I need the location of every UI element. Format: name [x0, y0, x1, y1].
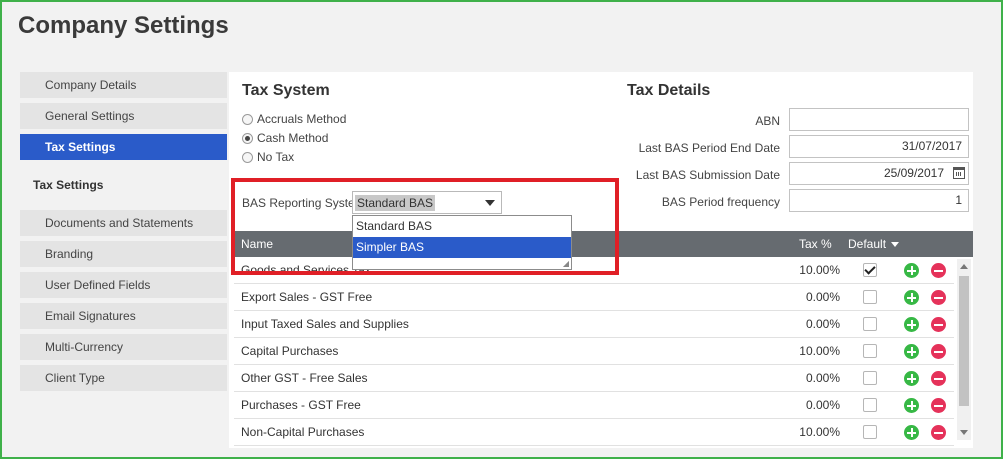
remove-icon[interactable]: [931, 263, 946, 278]
chevron-down-icon[interactable]: [485, 200, 495, 206]
remove-icon[interactable]: [931, 371, 946, 386]
tax-details-heading: Tax Details: [627, 82, 711, 99]
table-row[interactable]: Export Sales - GST Free 0.00%: [234, 284, 954, 311]
row-tax: 10.00%: [799, 425, 840, 439]
row-tax: 0.00%: [805, 290, 840, 304]
default-checkbox[interactable]: [863, 398, 877, 412]
col-tax-header[interactable]: Tax %: [799, 231, 832, 257]
frequency-label: BAS Period frequency: [661, 195, 780, 209]
sidebar-item-user-defined-fields[interactable]: User Defined Fields: [20, 272, 227, 298]
row-tax: 0.00%: [805, 317, 840, 331]
row-tax: 0.00%: [805, 398, 840, 412]
abn-input[interactable]: [789, 108, 969, 131]
bas-reporting-label: BAS Reporting System: [242, 196, 365, 210]
table-row[interactable]: Input Taxed Sales and Supplies 0.00%: [234, 311, 954, 338]
add-icon[interactable]: [904, 344, 919, 359]
sidebar-section-label: Tax Settings: [33, 178, 104, 192]
sidebar-item-tax-settings[interactable]: Tax Settings: [20, 134, 227, 160]
radio-label: No Tax: [257, 150, 295, 164]
frequency-input[interactable]: 1: [789, 189, 969, 212]
add-icon[interactable]: [904, 425, 919, 440]
remove-icon[interactable]: [931, 344, 946, 359]
add-icon[interactable]: [904, 398, 919, 413]
default-checkbox[interactable]: [863, 371, 877, 385]
default-checkbox[interactable]: [863, 263, 877, 277]
radio-accruals[interactable]: Accruals Method: [242, 110, 346, 128]
radio-button[interactable]: [242, 151, 253, 163]
table-row[interactable]: Goods and Services Tax 10.00%: [234, 257, 954, 284]
row-name: Purchases - GST Free: [241, 398, 361, 412]
add-icon[interactable]: [904, 317, 919, 332]
row-name: Capital Purchases: [241, 344, 339, 358]
tax-settings-panel: Tax System Accruals Method Cash Method N…: [229, 72, 973, 448]
table-row[interactable]: Non-Capital Purchases 10.00%: [234, 419, 954, 446]
row-name: Input Taxed Sales and Supplies: [241, 317, 409, 331]
calendar-icon[interactable]: [953, 167, 965, 179]
sidebar-item-documents[interactable]: Documents and Statements: [20, 210, 227, 236]
table-row[interactable]: Purchases - GST Free 0.00%: [234, 392, 954, 419]
radio-label: Cash Method: [257, 131, 329, 145]
sort-down-icon[interactable]: [891, 241, 900, 247]
remove-icon[interactable]: [931, 398, 946, 413]
radio-label: Accruals Method: [257, 112, 347, 126]
scroll-up-icon[interactable]: [960, 264, 968, 269]
bas-option-standard[interactable]: Standard BAS: [353, 216, 571, 237]
sidebar-item-email-signatures[interactable]: Email Signatures: [20, 303, 227, 329]
default-checkbox[interactable]: [863, 290, 877, 304]
row-name: Other GST - Free Sales: [241, 371, 368, 385]
bas-select-value: Standard BAS: [355, 195, 436, 211]
remove-icon[interactable]: [931, 425, 946, 440]
row-name: Non-Capital Purchases: [241, 425, 365, 439]
sidebar-item-multi-currency[interactable]: Multi-Currency: [20, 334, 227, 360]
add-icon[interactable]: [904, 290, 919, 305]
bas-option-simpler[interactable]: Simpler BAS: [353, 237, 571, 258]
bas-reporting-select[interactable]: Standard BAS: [352, 191, 502, 214]
page-title: Company Settings: [18, 12, 229, 39]
last-submission-input[interactable]: 25/09/2017: [789, 162, 969, 185]
radio-no-tax[interactable]: No Tax: [242, 148, 294, 166]
table-row[interactable]: Other GST - Free Sales 0.00%: [234, 365, 954, 392]
abn-label: ABN: [755, 114, 780, 128]
col-default-header[interactable]: Default: [848, 231, 900, 257]
add-icon[interactable]: [904, 371, 919, 386]
default-checkbox[interactable]: [863, 317, 877, 331]
last-submission-value: 25/09/2017: [883, 166, 944, 180]
tax-table-header: Name Tax % Default: [234, 231, 973, 257]
default-checkbox[interactable]: [863, 425, 877, 439]
scroll-thumb[interactable]: [959, 276, 969, 406]
last-submission-label: Last BAS Submission Date: [635, 168, 780, 182]
last-period-end-label: Last BAS Period End Date: [638, 141, 780, 155]
scroll-down-icon[interactable]: [960, 430, 968, 435]
table-scrollbar[interactable]: [957, 259, 971, 440]
tax-system-heading: Tax System: [242, 82, 330, 99]
last-period-end-input[interactable]: 31/07/2017: [789, 135, 969, 158]
default-checkbox[interactable]: [863, 344, 877, 358]
row-tax: 10.00%: [799, 344, 840, 358]
radio-button[interactable]: [242, 132, 253, 144]
sidebar-item-company-details[interactable]: Company Details: [20, 72, 227, 98]
bas-dropdown-list: Standard BAS Simpler BAS ◢: [352, 215, 572, 270]
row-name: Export Sales - GST Free: [241, 290, 373, 304]
resize-grip-icon[interactable]: ◢: [563, 259, 569, 268]
col-name-header[interactable]: Name: [241, 231, 273, 257]
row-tax: 10.00%: [799, 263, 840, 277]
remove-icon[interactable]: [931, 290, 946, 305]
add-icon[interactable]: [904, 263, 919, 278]
remove-icon[interactable]: [931, 317, 946, 332]
sidebar-item-branding[interactable]: Branding: [20, 241, 227, 267]
table-row[interactable]: Capital Purchases 10.00%: [234, 338, 954, 365]
col-default-label: Default: [848, 237, 887, 251]
row-tax: 0.00%: [805, 371, 840, 385]
radio-button[interactable]: [242, 113, 253, 125]
sidebar-item-client-type[interactable]: Client Type: [20, 365, 227, 391]
sidebar-item-general-settings[interactable]: General Settings: [20, 103, 227, 129]
radio-cash[interactable]: Cash Method: [242, 129, 328, 147]
